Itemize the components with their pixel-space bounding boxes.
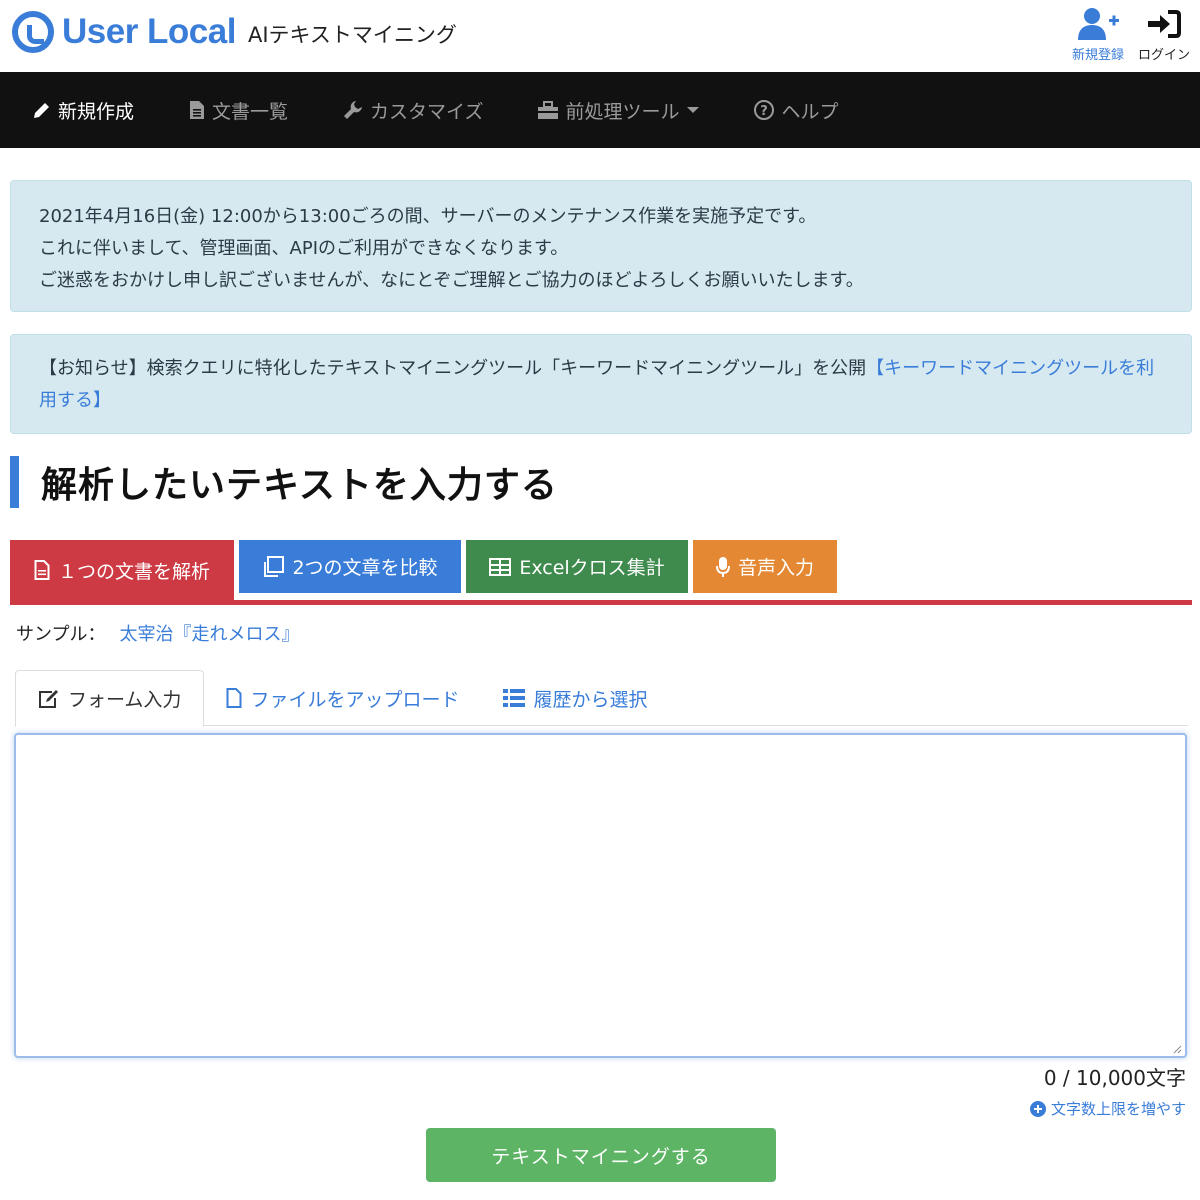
main-nav: 新規作成 文書一覧 カスタマイズ 前処理ツール ? ヘルプ (0, 72, 1200, 148)
tab-label: 履歴から選択 (533, 688, 648, 711)
list-icon (503, 689, 526, 707)
nav-item-label: カスタマイズ (370, 100, 484, 123)
logo[interactable]: User Local AIテキストマイニング (12, 8, 457, 56)
sample-label: サンプル： (16, 624, 106, 645)
logo-text: User Local (62, 12, 236, 51)
chevron-down-icon (687, 107, 700, 113)
increase-limit-label: 文字数上限を増やす (1050, 1100, 1186, 1118)
analysis-mode-tabs: １つの文書を解析 2つの文章を比較 Excelクロス集計 音声入力 (10, 540, 842, 600)
sign-in-icon (1146, 6, 1182, 42)
nav-item-label: ヘルプ (781, 100, 839, 123)
tab-voice-input[interactable]: 音声入力 (693, 540, 837, 593)
svg-text:?: ? (761, 104, 769, 119)
alert-line: ご迷惑をおかけし申し訳ございませんが、なにとぞご理解とご協力のほどよろしくお願い… (39, 270, 864, 291)
alert-line: 2021年4月16日(金) 12:00から13:00ごろの間、サーバーのメンテナ… (39, 206, 817, 227)
copy-icon (264, 555, 285, 577)
tab-label: 音声入力 (737, 557, 814, 579)
wrench-icon (344, 101, 363, 119)
table-icon (489, 557, 512, 576)
alert-line: これに伴いまして、管理画面、APIのご利用ができなくなります。 (39, 238, 569, 259)
nav-item-help[interactable]: ? ヘルプ (753, 97, 839, 124)
tab-form-input[interactable]: フォーム入力 (15, 670, 205, 727)
nav-item-new[interactable]: 新規作成 (32, 97, 134, 124)
input-method-tabs: フォーム入力 ファイルをアップロード 履歴から選択 (15, 670, 1188, 727)
signup-label: 新規登録 (1071, 48, 1124, 63)
maintenance-alert: 2021年4月16日(金) 12:00から13:00ごろの間、サーバーのメンテナ… (10, 180, 1192, 312)
edit-icon (39, 689, 58, 708)
section-heading: 解析したいテキストを入力する (10, 456, 558, 508)
tab-underline (10, 600, 1192, 605)
tab-file-upload[interactable]: ファイルをアップロード (204, 670, 481, 726)
sample-link[interactable]: 太宰治『走れメロス』 (119, 624, 299, 645)
submit-button[interactable]: テキストマイニングする (426, 1128, 776, 1182)
page-title: 解析したいテキストを入力する (41, 465, 558, 506)
sample-row: サンプル： 太宰治『走れメロス』 (16, 620, 299, 646)
nav-item-label: 前処理ツール (565, 100, 680, 123)
question-circle-icon: ? (754, 100, 775, 120)
nav-item-preprocess[interactable]: 前処理ツール (537, 97, 700, 124)
login-link[interactable]: ログイン (1138, 6, 1190, 63)
tab-label: 2つの文章を比較 (292, 557, 438, 579)
toolbox-icon (538, 101, 559, 119)
tab-history[interactable]: 履歴から選択 (481, 670, 669, 726)
tab-label: Excelクロス集計 (519, 557, 665, 579)
logo-mark-icon (12, 11, 54, 53)
resize-handle-icon[interactable] (1172, 1044, 1182, 1054)
user-plus-icon (1076, 6, 1120, 42)
product-name: AIテキストマイニング (247, 23, 457, 47)
heading-accent-bar (10, 456, 19, 508)
nav-item-customize[interactable]: カスタマイズ (342, 97, 483, 124)
header: User Local AIテキストマイニング 新規登録 ログイン (0, 0, 1200, 72)
tab-label: １つの文書を解析 (57, 560, 210, 583)
notice-text: 【お知らせ】検索クエリに特化したテキストマイニングツール「キーワードマイニングツ… (39, 358, 867, 379)
notice-alert: 【お知らせ】検索クエリに特化したテキストマイニングツール「キーワードマイニングツ… (10, 334, 1192, 434)
text-input-area[interactable] (14, 733, 1187, 1058)
char-counter: 0 / 10,000文字 (1043, 1066, 1186, 1090)
tab-label: フォーム入力 (68, 689, 182, 711)
tab-label: ファイルをアップロード (250, 688, 460, 711)
file-icon (226, 688, 242, 708)
tab-compare-documents[interactable]: 2つの文章を比較 (239, 540, 461, 593)
nav-item-label: 文書一覧 (212, 100, 289, 123)
plus-circle-icon (1029, 1100, 1046, 1117)
signup-link[interactable]: 新規登録 (1072, 6, 1124, 63)
pencil-icon (34, 103, 49, 118)
increase-limit-link[interactable]: 文字数上限を増やす (1029, 1098, 1186, 1119)
nav-item-documents[interactable]: 文書一覧 (188, 97, 288, 124)
document-icon (190, 101, 205, 119)
tab-excel-cross[interactable]: Excelクロス集計 (466, 540, 688, 593)
tab-single-document[interactable]: １つの文書を解析 (10, 540, 234, 600)
microphone-icon (715, 556, 730, 577)
user-links: 新規登録 ログイン (1072, 6, 1190, 63)
nav-item-label: 新規作成 (58, 100, 135, 123)
login-label: ログイン (1137, 48, 1190, 63)
document-icon (34, 560, 50, 580)
